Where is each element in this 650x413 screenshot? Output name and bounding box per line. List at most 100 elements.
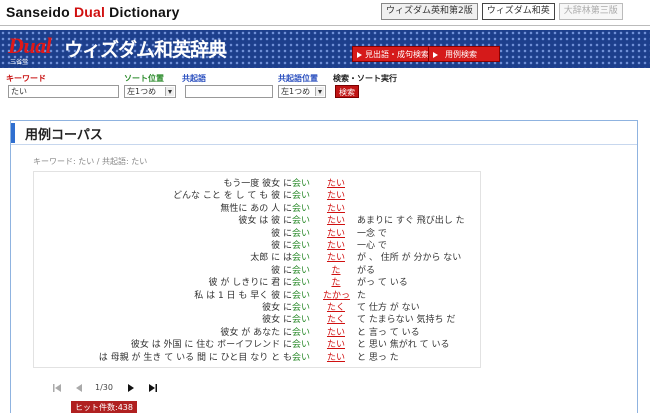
collocate-word: 会い (292, 303, 311, 313)
right-context: 一念 で (357, 228, 387, 239)
arrow-right-icon (357, 52, 362, 58)
search-button[interactable]: 検索 (335, 85, 359, 98)
collocate-position-select[interactable]: 左1つめ (278, 85, 326, 98)
keyword-input[interactable]: たい (8, 85, 119, 98)
collocate-position-label: 共起語位置 (278, 74, 318, 83)
list-item: 彼女 は 彼 に会い たい あまりに すぐ 飛び出し た (34, 215, 480, 227)
collocate-word: 会い (292, 340, 311, 351)
pager: 1/30 (39, 381, 199, 395)
keyword-link[interactable]: たい (323, 339, 349, 351)
chevron-down-icon (315, 87, 324, 96)
collocate-word: 会い (292, 265, 311, 276)
list-item: は 母親 が 生き て いる 間 に ひと目 なり と も会い たいと 思っ た (34, 352, 480, 364)
next-page-icon[interactable] (125, 381, 137, 395)
keyword-link[interactable]: たい (323, 327, 349, 339)
breadcrumb: キーワード: たい / 共起語: たい (33, 157, 148, 166)
logo-dual: Dual (8, 33, 52, 58)
top-bar: Sanseido Dual Dictionary ウィズダム英和第2版 ウィズダ… (0, 0, 650, 26)
list-item: 彼 に会い たがる (34, 265, 480, 277)
example-search-button[interactable]: 用例検索 (428, 46, 500, 62)
keyword-link[interactable]: たい (323, 203, 349, 215)
left-context: 彼 に (271, 265, 292, 276)
right-context: がっ て いる (357, 278, 408, 289)
list-item: 彼 が しきりに 君 に会い たがっ て いる (34, 277, 480, 289)
collocate-word: 会い (292, 327, 311, 338)
list-item: どんな こと を し て も 彼 に会い たい (34, 190, 480, 202)
page-count: 1/30 (95, 383, 113, 392)
brand-prefix: Sanseido (6, 4, 74, 20)
keyword-link[interactable]: たく (323, 302, 349, 314)
tab-wisdom-japanese-english[interactable]: ウィズダム和英 (481, 3, 555, 20)
right-context: と 思い 焦がれ て いる (357, 340, 450, 351)
right-context: て たまらない 気持ち だ (357, 315, 456, 326)
first-page-icon[interactable] (51, 381, 63, 395)
keyword-link[interactable]: たく (323, 314, 349, 326)
right-context: と 言っ て いる (357, 327, 420, 338)
collocate-word: 会い (292, 290, 311, 301)
collocate-word: 会い (292, 253, 311, 264)
list-item: 彼女 は 外国 に 住む ボーイフレンド に会い たいと 思い 焦がれ て いる (34, 339, 480, 351)
left-context: 彼女 に (262, 303, 292, 313)
collocate-word: 会い (292, 278, 311, 289)
sort-position-label: ソート位置 (124, 74, 164, 83)
dictionary-tabs: ウィズダム英和第2版 ウィズダム和英 大辞林第三版 (381, 3, 623, 20)
list-item: 私 は 1 日 も 早く 彼 に会い たかった (34, 290, 480, 302)
last-page-icon[interactable] (147, 381, 159, 395)
collocate-word: 会い (292, 179, 311, 189)
list-item: もう一度 彼女 に会い たい (34, 178, 480, 190)
hit-count-badge: ヒット件数:438 (71, 401, 137, 413)
left-context: 彼女 は 外国 に 住む ボーイフレンド に (130, 340, 292, 351)
left-context: 無性に あの 人 に (220, 203, 292, 214)
right-context: と 思っ た (357, 352, 399, 363)
headword-search-label: 見出語・成句検索 (365, 50, 429, 59)
right-context: た (357, 290, 367, 301)
collocate-position-value: 左1つめ (281, 87, 311, 96)
previous-page-icon[interactable] (73, 381, 85, 395)
list-item: 彼 に会い たい 一心 で (34, 240, 480, 252)
collocate-word: 会い (292, 315, 311, 326)
keyword-link[interactable]: たい (323, 228, 349, 240)
list-item: 太郎 に は会い たいが 、 住所 が 分から ない (34, 252, 480, 264)
headword-search-button[interactable]: 見出語・成句検索 (352, 46, 436, 62)
collocate-word: 会い (292, 191, 311, 202)
left-context: 彼 に (271, 241, 292, 251)
collocate-word: 会い (292, 216, 311, 227)
tab-daijirin[interactable]: 大辞林第三版 (558, 3, 623, 20)
sort-position-value: 左1つめ (127, 87, 157, 96)
left-context: 太郎 に は (250, 253, 292, 264)
keyword-link[interactable]: たい (323, 352, 349, 364)
list-item: 彼女 に会い たくて 仕方 が ない (34, 302, 480, 314)
collocate-input[interactable] (185, 85, 273, 98)
collocate-word: 会い (292, 203, 311, 214)
brand-suffix: Dictionary (105, 4, 180, 20)
left-context: 彼女 が あなた に (220, 327, 292, 338)
keyword-link[interactable]: たい (323, 178, 349, 190)
keyword-link[interactable]: たい (323, 190, 349, 202)
chevron-down-icon (165, 87, 174, 96)
keyword-label: キーワード (6, 74, 46, 83)
logo-title: ウィズダム和英辞典 (64, 39, 227, 61)
keyword-link[interactable]: た (323, 277, 349, 289)
keyword-link[interactable]: た (323, 265, 349, 277)
keyword-link[interactable]: たい (323, 240, 349, 252)
left-context: 私 は 1 日 も 早く 彼 に (194, 290, 292, 301)
list-item: 彼女 に会い たくて たまらない 気持ち だ (34, 314, 480, 326)
left-context: どんな こと を し て も 彼 に (172, 191, 292, 202)
keyword-link[interactable]: たい (323, 215, 349, 227)
right-context: て 仕方 が ない (357, 303, 420, 313)
left-context: 彼女 に (262, 315, 292, 326)
list-item: 彼女 が あなた に会い たいと 言っ て いる (34, 327, 480, 339)
collocate-word: 会い (292, 352, 311, 363)
logo-subtitle: 三省堂 (10, 59, 29, 66)
right-context: 一心 で (357, 241, 387, 251)
sort-position-select[interactable]: 左1つめ (124, 85, 176, 98)
left-context: は 母親 が 生き て いる 間 に ひと目 なり と も (98, 352, 292, 363)
list-item: 彼 に会い たい 一念 で (34, 228, 480, 240)
brand-title: Sanseido Dual Dictionary (6, 4, 180, 20)
tab-wisdom-english-japanese[interactable]: ウィズダム英和第2版 (381, 3, 478, 20)
panel-accent-bar (11, 123, 15, 143)
keyword-link[interactable]: たかっ (323, 290, 350, 302)
keyword-link[interactable]: たい (323, 252, 349, 264)
brand-dual: Dual (73, 4, 106, 20)
search-exec-label: 検索・ソート実行 (333, 74, 397, 83)
